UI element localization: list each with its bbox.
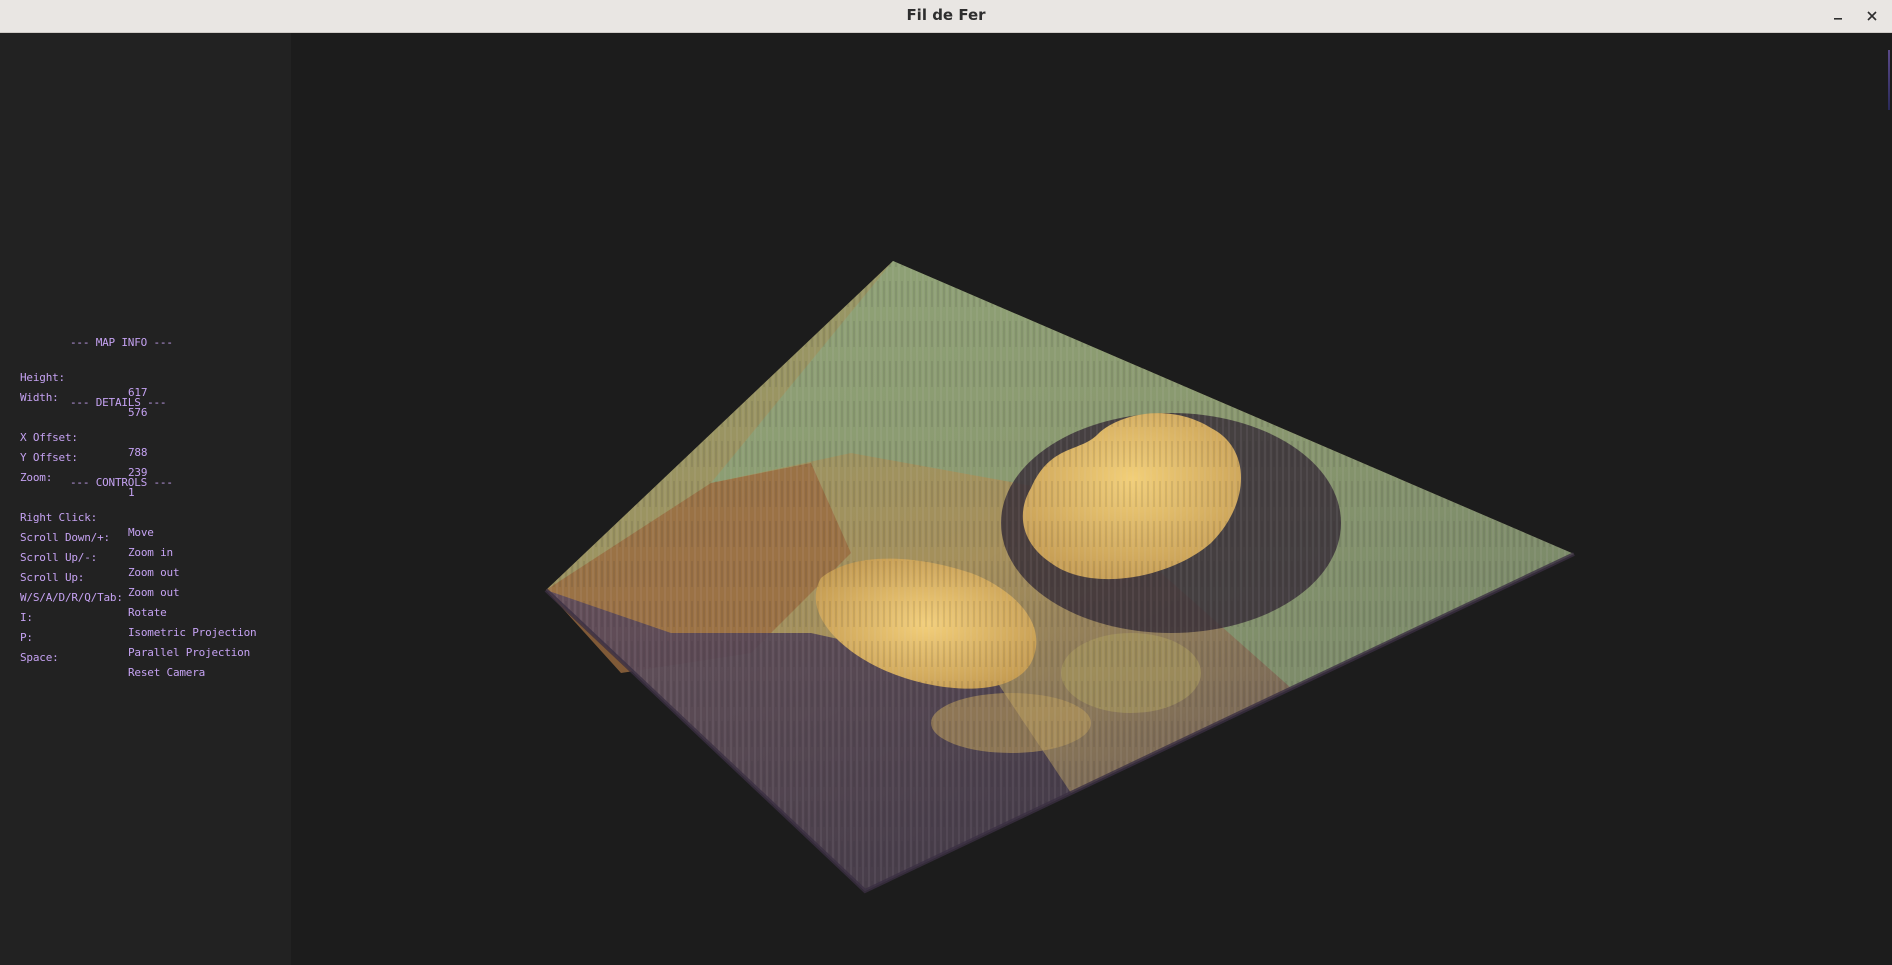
control-row: Scroll Up: Zoom out: [20, 555, 180, 599]
control-row: W/S/A/D/R/Q/Tab: Rotate: [20, 575, 173, 619]
window-title: Fil de Fer: [906, 6, 986, 24]
control-row: Space: Reset Camera: [20, 635, 205, 679]
app-window: Fil de Fer --- MAP INFO --- Height: 617 …: [0, 0, 1892, 965]
minimize-icon: [1834, 18, 1842, 20]
info-sidebar: --- MAP INFO --- Height: 617 Width: 576 …: [0, 33, 291, 965]
close-button[interactable]: [1860, 4, 1884, 28]
wireframe-terrain: [544, 261, 1575, 894]
map-info-header: --- MAP INFO ---: [70, 336, 173, 349]
scroll-edge-indicator: [1888, 50, 1890, 110]
minimize-button[interactable]: [1826, 4, 1850, 28]
control-action: Reset Camera: [128, 666, 206, 679]
title-bar[interactable]: Fil de Fer: [0, 0, 1892, 33]
details-header: --- DETAILS ---: [70, 396, 167, 409]
details-x-offset-row: X Offset: 788: [20, 415, 173, 459]
close-icon: [1867, 11, 1877, 21]
details-zoom-row: Zoom: 1: [20, 455, 173, 499]
details-y-offset-row: Y Offset: 239: [20, 435, 173, 479]
control-row: I: Isometric Projection: [20, 595, 257, 639]
control-row: Scroll Down/+: Zoom in: [20, 515, 173, 559]
info-panel: --- MAP INFO --- Height: 617 Width: 576 …: [20, 335, 257, 679]
render-canvas[interactable]: [291, 33, 1892, 965]
map-info-width-row: Width: 576: [20, 375, 173, 419]
control-row: Right Click: Move: [20, 495, 173, 539]
controls-header: --- CONTROLS ---: [70, 476, 173, 489]
map-info-height-row: Height: 617: [20, 355, 173, 399]
control-row: Scroll Up/-: Zoom out: [20, 535, 180, 579]
control-row: P: Parallel Projection: [20, 615, 250, 659]
control-key: Space:: [20, 651, 59, 664]
